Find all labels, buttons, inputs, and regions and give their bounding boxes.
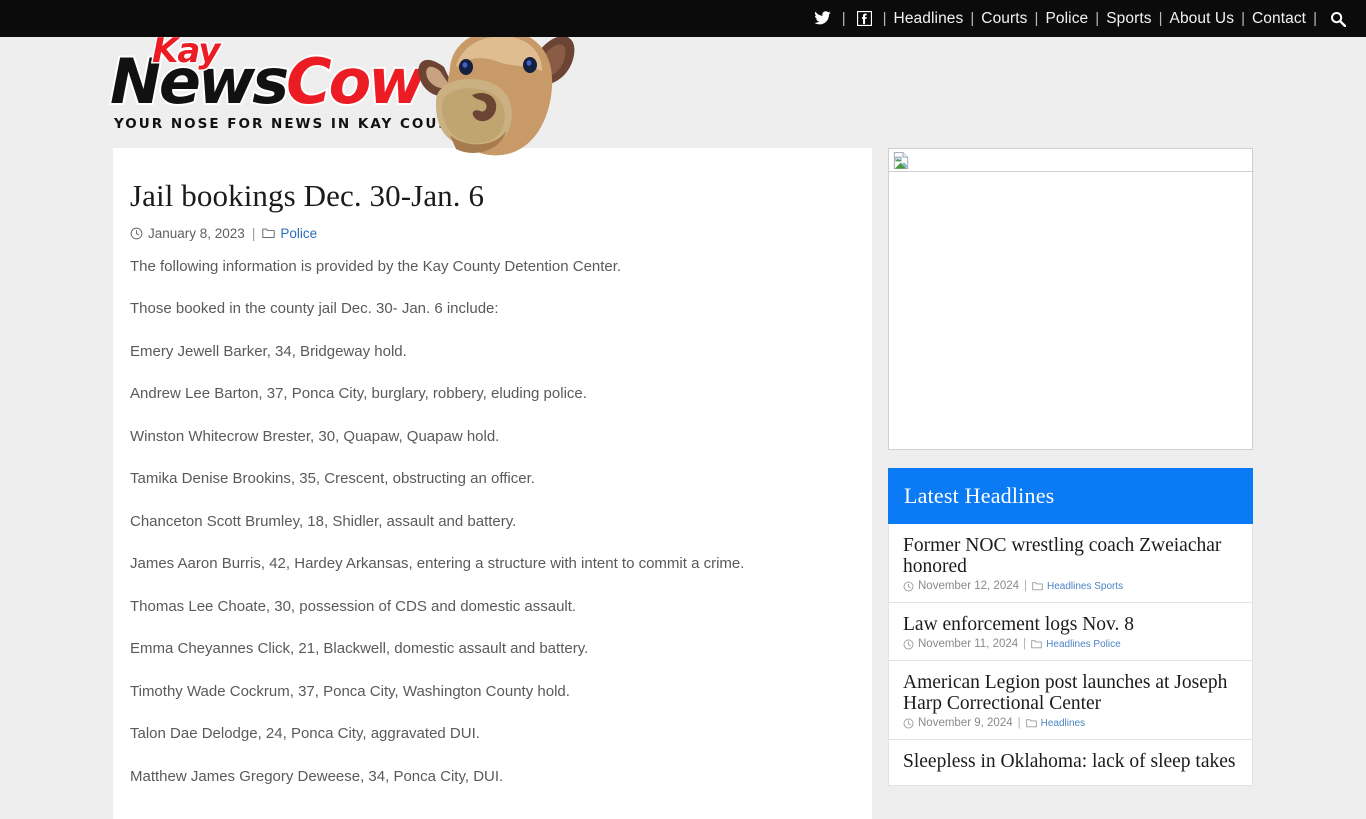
site-logo[interactable]: Kay NewsCow YOUR NOSE FOR NEWS IN KAY CO… — [108, 29, 590, 184]
folder-icon — [1031, 639, 1042, 649]
widget-body: Former NOC wrestling coach Zweiachar hon… — [888, 524, 1253, 787]
latest-headlines-widget: Latest Headlines Former NOC wrestling co… — [888, 468, 1253, 787]
article-category-link[interactable]: Police — [280, 226, 317, 241]
headline-title-link[interactable]: Sleepless in Oklahoma: lack of sleep tak… — [903, 751, 1238, 772]
facebook-icon[interactable] — [853, 11, 876, 26]
headline-date: November 12, 2024 — [918, 580, 1020, 593]
headline-meta: November 9, 2024 | Headlines — [903, 717, 1238, 729]
nav-separator: | — [1313, 10, 1317, 27]
headline-title-link[interactable]: Law enforcement logs Nov. 8 — [903, 614, 1238, 635]
folder-icon — [262, 227, 276, 239]
headline-meta: November 11, 2024 | Headlines Police — [903, 638, 1238, 650]
article-paragraph: Timothy Wade Cockrum, 37, Ponca City, Wa… — [130, 682, 570, 700]
nav-separator: | — [1034, 10, 1039, 27]
nav-separator: | — [841, 10, 846, 27]
headline-date: November 9, 2024 — [918, 717, 1013, 730]
article-paragraph: Those booked in the county jail Dec. 30-… — [130, 300, 499, 318]
article-paragraph: Emery Jewell Barker, 34, Bridgeway hold. — [130, 342, 407, 360]
article: Jail bookings Dec. 30-Jan. 6 January 8, … — [113, 178, 872, 786]
article-date: January 8, 2023 — [148, 225, 245, 241]
list-item[interactable]: Former NOC wrestling coach Zweiachar hon… — [889, 524, 1252, 604]
article-paragraph: Thomas Lee Choate, 30, possession of CDS… — [130, 597, 577, 615]
article-meta: January 8, 2023 | Police — [130, 226, 854, 241]
meta-separator: | — [1024, 580, 1028, 593]
widget-title: Latest Headlines — [904, 483, 1055, 508]
article-paragraph: Chanceton Scott Brumley, 18, Shidler, as… — [130, 512, 517, 530]
nav-item-sports[interactable]: Sports — [1106, 11, 1151, 27]
article-paragraph: Talon Dae Delodge, 24, Ponca City, aggra… — [130, 725, 480, 743]
nav-item-courts[interactable]: Courts — [981, 11, 1027, 27]
ad-broken-image-strip — [889, 149, 1254, 172]
headline-category-link[interactable]: Headlines — [1041, 718, 1085, 729]
nav-separator: | — [882, 10, 887, 27]
nav-item-headlines[interactable]: Headlines — [894, 11, 964, 27]
headline-title-link[interactable]: Former NOC wrestling coach Zweiachar hon… — [903, 535, 1238, 577]
folder-icon — [1025, 718, 1037, 728]
clock-icon — [130, 227, 143, 240]
search-icon[interactable] — [1324, 11, 1350, 27]
meta-separator: | — [251, 225, 256, 241]
logo-kay-text: Kay — [150, 30, 221, 73]
article-paragraph: Andrew Lee Barton, 37, Ponca City, burgl… — [130, 385, 587, 403]
sidebar: Latest Headlines Former NOC wrestling co… — [888, 148, 1254, 787]
article-paragraph: Tamika Denise Brookins, 35, Crescent, ob… — [130, 470, 535, 488]
widget-header: Latest Headlines — [888, 468, 1253, 524]
article-paragraph: James Aaron Burris, 42, Hardey Arkansas,… — [130, 555, 745, 573]
meta-separator: | — [1017, 717, 1021, 730]
broken-image-icon — [892, 151, 911, 175]
twitter-icon[interactable] — [810, 11, 835, 26]
headline-title-link[interactable]: American Legion post launches at Joseph … — [903, 672, 1238, 714]
nav-separator: | — [1095, 10, 1100, 27]
nav-list: | | Headlines | Courts | Police | Sports… — [810, 11, 1350, 27]
nav-item-about-us[interactable]: About Us — [1170, 11, 1235, 27]
site-masthead: Kay NewsCow YOUR NOSE FOR NEWS IN KAY CO… — [0, 30, 1366, 156]
article-body: The following information is provided by… — [130, 257, 854, 787]
nav-separator: | — [1241, 10, 1245, 27]
nav-item-police[interactable]: Police — [1045, 11, 1088, 27]
folder-icon — [1032, 581, 1043, 591]
advertisement-placeholder[interactable] — [888, 148, 1254, 450]
clock-icon — [903, 639, 914, 650]
list-item[interactable]: American Legion post launches at Joseph … — [889, 661, 1252, 741]
article-paragraph: Matthew James Gregory Deweese, 34, Ponca… — [130, 767, 504, 785]
clock-icon — [903, 581, 914, 592]
article-paragraph: The following information is provided by… — [130, 257, 622, 275]
headline-meta: November 12, 2024 | Headlines Sports — [903, 580, 1238, 592]
article-paragraph: Emma Cheyannes Click, 21, Blackwell, dom… — [130, 640, 589, 658]
nav-separator: | — [1158, 10, 1163, 27]
list-item[interactable]: Law enforcement logs Nov. 8 November 11,… — [889, 603, 1252, 662]
headline-category-link[interactable]: Headlines Sports — [1047, 581, 1123, 592]
meta-separator: | — [1023, 638, 1027, 651]
list-item[interactable]: Sleepless in Oklahoma: lack of sleep tak… — [889, 740, 1252, 785]
nav-item-contact[interactable]: Contact — [1252, 11, 1306, 27]
nav-separator: | — [970, 10, 975, 27]
article-card: Jail bookings Dec. 30-Jan. 6 January 8, … — [113, 148, 872, 819]
headline-date: November 11, 2024 — [918, 638, 1019, 651]
clock-icon — [903, 718, 914, 729]
logo-cow-text: Cow — [284, 45, 427, 118]
headline-category-link[interactable]: Headlines Police — [1046, 639, 1121, 650]
top-navigation-bar: | | Headlines | Courts | Police | Sports… — [0, 0, 1366, 37]
article-paragraph: Winston Whitecrow Brester, 30, Quapaw, Q… — [130, 427, 500, 445]
logo-wordmark: Kay NewsCow YOUR NOSE FOR NEWS IN KAY CO… — [108, 30, 473, 133]
